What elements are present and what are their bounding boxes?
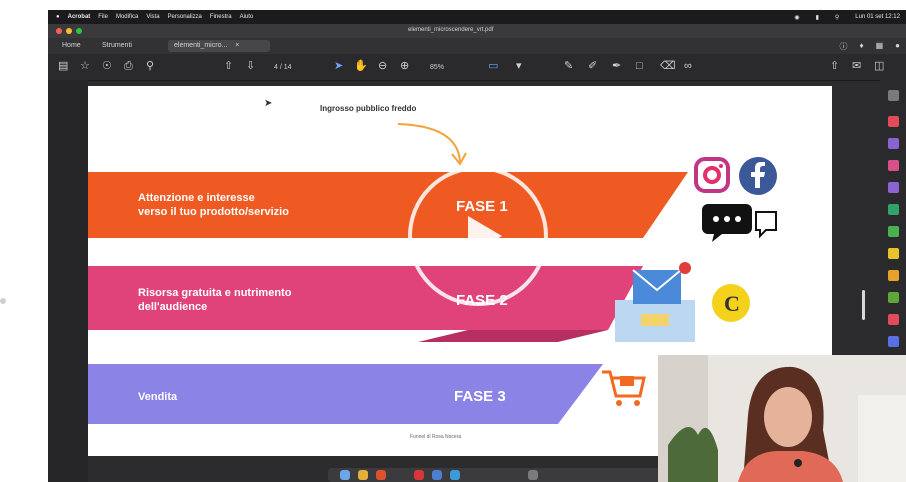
tab-document[interactable]: elementi_micro... × bbox=[168, 40, 270, 52]
link-icon[interactable]: ∞ bbox=[684, 60, 692, 72]
stamp-icon[interactable]: □ bbox=[636, 60, 643, 72]
cart-icon bbox=[602, 370, 646, 406]
prev-page-icon[interactable]: ⇧ bbox=[224, 60, 233, 72]
tab-home[interactable]: Home bbox=[56, 40, 87, 52]
coin-icon: C bbox=[712, 284, 750, 322]
window-titlebar: elementi_microscendere_vrt.pdf bbox=[48, 24, 906, 38]
close-button[interactable] bbox=[56, 28, 62, 34]
delete-icon[interactable]: ⌫ bbox=[660, 60, 676, 72]
fill-sign-icon[interactable] bbox=[888, 160, 899, 171]
clock[interactable]: Lun 01 set 12:12 bbox=[855, 14, 900, 20]
minimize-button[interactable] bbox=[66, 28, 72, 34]
more-tools-icon[interactable] bbox=[888, 314, 899, 325]
battery-icon[interactable]: ▮ bbox=[816, 14, 819, 21]
pen-icon[interactable]: ✐ bbox=[588, 60, 597, 72]
wifi-icon[interactable]: ◉ bbox=[794, 14, 799, 21]
notes-icon[interactable] bbox=[358, 470, 368, 480]
zoom-app-icon[interactable] bbox=[432, 470, 442, 480]
protect-icon[interactable] bbox=[888, 248, 899, 259]
organize-pages-icon[interactable] bbox=[888, 204, 899, 215]
scan-icon[interactable] bbox=[888, 292, 899, 303]
fit-page-icon[interactable]: ▭ bbox=[488, 60, 498, 72]
menu-window[interactable]: Finestra bbox=[210, 14, 232, 20]
webcam-overlay bbox=[658, 355, 906, 482]
share-icon[interactable]: ⇧ bbox=[830, 60, 839, 72]
webcam-video bbox=[658, 355, 906, 482]
hand-icon[interactable]: ✋ bbox=[354, 60, 368, 72]
zoom-level[interactable]: 85% bbox=[430, 62, 444, 74]
print-icon[interactable]: ⎙ bbox=[124, 60, 133, 72]
apple-icon[interactable]: ● bbox=[56, 14, 60, 20]
comment-icon[interactable]: ✎ bbox=[564, 60, 573, 72]
page-indicator[interactable]: 4 / 14 bbox=[274, 62, 292, 74]
band-2-label: Risorsa gratuita e nutrimento dell'audie… bbox=[138, 287, 292, 313]
svg-text:C: C bbox=[724, 291, 740, 316]
tab-document-label: elementi_micro... bbox=[174, 42, 228, 49]
search-tool-icon[interactable] bbox=[888, 90, 899, 101]
arrow-icon bbox=[397, 123, 467, 166]
scroll-icon[interactable]: ▾ bbox=[516, 60, 522, 72]
redact-icon[interactable] bbox=[888, 226, 899, 237]
menu-edit[interactable]: Modifica bbox=[116, 14, 138, 20]
new-icon[interactable]: ▤ bbox=[58, 60, 68, 72]
bell-icon[interactable]: ♦ bbox=[860, 41, 864, 52]
scrollbar[interactable] bbox=[862, 290, 865, 320]
trash-icon[interactable] bbox=[528, 470, 538, 480]
export-pdf-icon[interactable] bbox=[888, 116, 899, 127]
upload-icon[interactable]: ☉ bbox=[102, 60, 112, 72]
next-page-icon[interactable]: ⇩ bbox=[246, 60, 255, 72]
phase-3-label: FASE 3 bbox=[454, 388, 506, 405]
mail-icon bbox=[615, 262, 695, 342]
zoom-icon[interactable]: ⚲ bbox=[146, 60, 154, 72]
help-icon[interactable]: ⓘ bbox=[840, 41, 848, 52]
band-1-label: Attenzione e interesse verso il tuo prod… bbox=[138, 192, 289, 218]
comment-tool-icon[interactable] bbox=[888, 138, 899, 149]
tab-close-icon[interactable]: × bbox=[235, 42, 239, 49]
band-3-label: Vendita bbox=[138, 391, 178, 403]
accessibility-icon[interactable] bbox=[888, 336, 899, 347]
search-icon[interactable]: ⚲ bbox=[835, 14, 839, 21]
cursor-pointer-icon: ➤ bbox=[264, 98, 273, 109]
sign-icon[interactable]: ✒ bbox=[612, 60, 621, 72]
zoom-in-icon[interactable]: ⊕ bbox=[400, 60, 409, 72]
sidebar-dot bbox=[0, 298, 6, 304]
menu-file[interactable]: File bbox=[98, 14, 108, 20]
chat-icon bbox=[702, 204, 777, 242]
avatar[interactable]: ● bbox=[895, 41, 900, 52]
dock bbox=[328, 468, 668, 482]
edit-pdf-icon[interactable] bbox=[888, 182, 899, 193]
menu-app[interactable]: Acrobat bbox=[68, 14, 91, 20]
acrobat-icon[interactable] bbox=[414, 470, 424, 480]
star-icon[interactable]: ☆ bbox=[80, 60, 90, 72]
window-title: elementi_microscendere_vrt.pdf bbox=[408, 27, 494, 33]
slide-footer: Funnel di Rosa Nocera bbox=[410, 434, 462, 440]
toolbar: ▤ ☆ ☉ ⎙ ⚲ ⇧ ⇩ 4 / 14 ➤ ✋ ⊖ ⊕ 85% ▭ ▾ ✎ ✐… bbox=[48, 54, 906, 81]
menu-customize[interactable]: Personalizza bbox=[168, 14, 202, 20]
instagram-icon bbox=[694, 157, 730, 193]
finder-icon[interactable] bbox=[340, 470, 350, 480]
grid-icon[interactable]: ▦ bbox=[876, 41, 884, 52]
panel-icon[interactable]: ◫ bbox=[874, 60, 884, 72]
facebook-icon bbox=[739, 157, 777, 195]
menubar: ● Acrobat File Modifica Vista Personaliz… bbox=[48, 10, 906, 24]
mail-tool-icon[interactable]: ✉ bbox=[852, 60, 861, 72]
zoom-button[interactable] bbox=[76, 28, 82, 34]
play-icon[interactable] bbox=[468, 216, 502, 256]
slide-note: Ingrosso pubblico freddo bbox=[320, 104, 417, 113]
tab-bar: Home Strumenti elementi_micro... × ⓘ ♦ ▦… bbox=[48, 38, 906, 54]
menu-view[interactable]: Vista bbox=[146, 14, 159, 20]
tab-tools[interactable]: Strumenti bbox=[96, 40, 138, 52]
menu-help[interactable]: Aiuto bbox=[240, 14, 254, 20]
cursor-icon[interactable]: ➤ bbox=[334, 60, 343, 72]
left-panel bbox=[48, 80, 88, 482]
safari-icon[interactable] bbox=[450, 470, 460, 480]
compress-icon[interactable] bbox=[888, 270, 899, 281]
zoom-out-icon[interactable]: ⊖ bbox=[378, 60, 387, 72]
chrome-icon[interactable] bbox=[376, 470, 386, 480]
